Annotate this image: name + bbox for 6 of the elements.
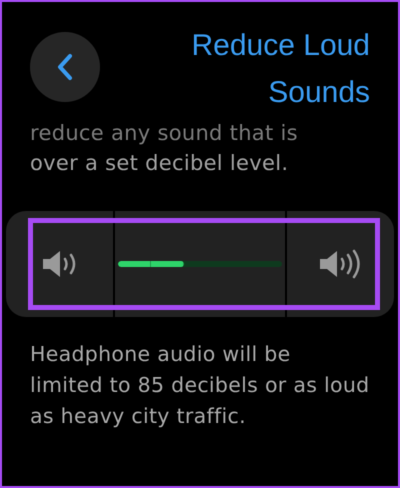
back-icon [57, 53, 73, 81]
volume-slider[interactable] [6, 211, 394, 317]
description-text: reduce any sound that is [30, 120, 299, 147]
page-title: Reduce Loud Sounds [190, 28, 370, 111]
description-text: over a set decibel level. [30, 150, 290, 177]
footnote-text: Headphone audio will be limited to 85 decibels or as loud as heavy city traffic. [30, 341, 370, 430]
